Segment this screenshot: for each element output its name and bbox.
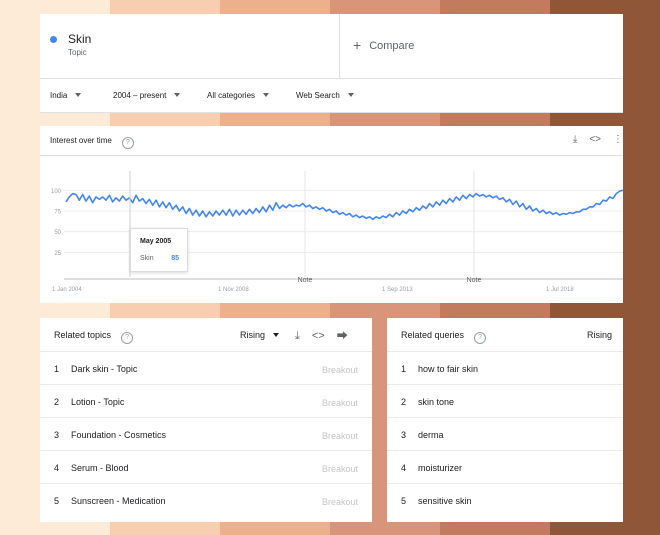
- row-rank: 5: [401, 496, 407, 506]
- divider: [40, 155, 623, 156]
- caret-down-icon: [75, 93, 82, 97]
- x-tick-label: 1 Nov 2008: [218, 287, 249, 293]
- related-queries-sort-dropdown[interactable]: Rising: [587, 330, 612, 340]
- related-topics-title-text: Related topics: [54, 330, 112, 340]
- interest-line-chart[interactable]: 100 75 50 25 1 Jan 2004 1 Nov 2008 1 Sep 2013 1…: [40, 161, 623, 303]
- embed-code-icon[interactable]: <>: [312, 330, 325, 342]
- term-type: Topic: [68, 48, 87, 57]
- annotation-label: Note: [467, 277, 482, 284]
- row-label: Sunscreen - Medication: [71, 496, 166, 506]
- related-queries-title-text: Related queries: [401, 330, 465, 340]
- row-rank: 1: [54, 364, 60, 374]
- annotation-label: Note: [298, 277, 313, 284]
- caret-down-icon: [273, 333, 280, 337]
- row-rank: 3: [54, 430, 60, 440]
- x-tick-label: 1 Sep 2013: [382, 287, 413, 293]
- list-item[interactable]: 5 sensitive skin: [387, 483, 623, 517]
- interest-title-text: Interest over time: [50, 136, 112, 145]
- row-rank: 2: [401, 397, 407, 407]
- y-tick-label: 25: [54, 251, 61, 257]
- list-item[interactable]: 4 Serum - Blood Breakout: [40, 450, 372, 484]
- row-value: Breakout: [321, 398, 358, 408]
- list-item[interactable]: 3 derma: [387, 417, 623, 451]
- interest-title: Interest over time?: [50, 136, 134, 149]
- list-item[interactable]: 2 skin tone: [387, 384, 623, 418]
- row-label: Dark skin - Topic: [71, 364, 138, 374]
- related-topics-toolbar: ⤓ <> ⮕: [283, 327, 348, 343]
- share-icon[interactable]: ⮕: [337, 330, 348, 342]
- interest-over-time-card: Interest over time? ⤓ <> ⋮ 100 75 50 25 1 Jan …: [40, 126, 623, 303]
- x-tick-label: 1 Jan 2004: [52, 287, 82, 293]
- question-circle-icon[interactable]: ?: [474, 332, 487, 344]
- list-item[interactable]: 3 Foundation - Cosmetics Breakout: [40, 417, 372, 451]
- filter-bar: India 2004 – present All categories Web …: [40, 79, 623, 113]
- row-label: Foundation - Cosmetics: [71, 430, 167, 440]
- search-type-value: Web Search: [296, 91, 340, 100]
- row-label: moisturizer: [418, 463, 463, 473]
- sort-value: Rising: [240, 330, 266, 340]
- period-dropdown[interactable]: 2004 – present: [113, 91, 181, 100]
- download-icon[interactable]: ⤓: [573, 134, 577, 145]
- row-rank: 5: [54, 496, 60, 506]
- tooltip-term: Skin: [140, 255, 154, 262]
- plus-icon: +: [353, 37, 362, 53]
- row-label: sensitive skin: [418, 496, 472, 506]
- region-dropdown[interactable]: India: [50, 91, 82, 100]
- list-item[interactable]: 4 moisturizer: [387, 450, 623, 484]
- list-item[interactable]: 2 Lotion - Topic Breakout: [40, 384, 372, 418]
- question-circle-icon[interactable]: ?: [121, 137, 134, 149]
- related-topics-card: Related topics? Rising ⤓ <> ⮕ 1 Dark skin …: [40, 318, 372, 522]
- row-value: Breakout: [321, 431, 358, 441]
- period-value: 2004 – present: [113, 91, 167, 100]
- list-item[interactable]: 1 how to fair skin: [387, 351, 623, 385]
- search-type-dropdown[interactable]: Web Search: [296, 91, 354, 100]
- row-value: Breakout: [321, 497, 358, 507]
- download-icon[interactable]: ⤓: [295, 330, 300, 342]
- row-label: Lotion - Topic: [71, 397, 125, 407]
- row-label: Serum - Blood: [71, 463, 129, 473]
- row-value: Breakout: [321, 365, 358, 375]
- series-line-skin: [65, 189, 623, 221]
- row-label: derma: [418, 430, 444, 440]
- caret-down-icon: [347, 93, 354, 97]
- related-queries-title: Related queries?: [401, 330, 487, 344]
- list-item[interactable]: 5 Sunscreen - Medication Breakout: [40, 483, 372, 517]
- sort-value: Rising: [587, 330, 613, 340]
- region-value: India: [50, 91, 68, 100]
- related-topics-sort-dropdown[interactable]: Rising: [240, 330, 280, 340]
- y-tick-label: 100: [51, 189, 62, 195]
- compare-button[interactable]: + Compare: [353, 37, 414, 53]
- search-term-card[interactable]: Skin Topic: [40, 14, 340, 78]
- compare-label: Compare: [369, 40, 415, 52]
- row-label: skin tone: [418, 397, 455, 407]
- y-tick-label: 75: [54, 209, 61, 215]
- more-icon[interactable]: ⋮: [613, 134, 623, 145]
- caret-down-icon: [263, 93, 270, 97]
- interest-toolbar: ⤓ <> ⋮: [561, 134, 623, 145]
- x-tick-label: 1 Jul 2018: [546, 287, 574, 293]
- row-rank: 4: [54, 463, 60, 473]
- term-name: Skin: [68, 32, 92, 46]
- row-label: how to fair skin: [418, 364, 479, 374]
- category-dropdown[interactable]: All categories: [207, 91, 270, 100]
- embed-code-icon[interactable]: <>: [589, 134, 601, 145]
- question-circle-icon[interactable]: ?: [121, 332, 134, 344]
- row-rank: 1: [401, 364, 407, 374]
- tooltip-date: May 2005: [140, 238, 172, 245]
- row-value: Breakout: [321, 464, 358, 474]
- caret-down-icon: [174, 93, 181, 97]
- term-color-dot: [50, 36, 57, 43]
- related-topics-title: Related topics?: [54, 330, 134, 344]
- category-value: All categories: [207, 91, 256, 100]
- row-rank: 3: [401, 430, 407, 440]
- explore-header: Skin Topic + Compare: [40, 14, 623, 79]
- chart-tooltip: May 2005 Skin 85: [130, 228, 188, 272]
- tooltip-value: 85: [171, 255, 179, 262]
- row-rank: 4: [401, 463, 407, 473]
- related-queries-card: Related queries? Rising 1 how to fair sk…: [387, 318, 623, 522]
- list-item[interactable]: 1 Dark skin - Topic Breakout: [40, 351, 372, 385]
- y-tick-label: 50: [54, 230, 61, 236]
- row-rank: 2: [54, 397, 60, 407]
